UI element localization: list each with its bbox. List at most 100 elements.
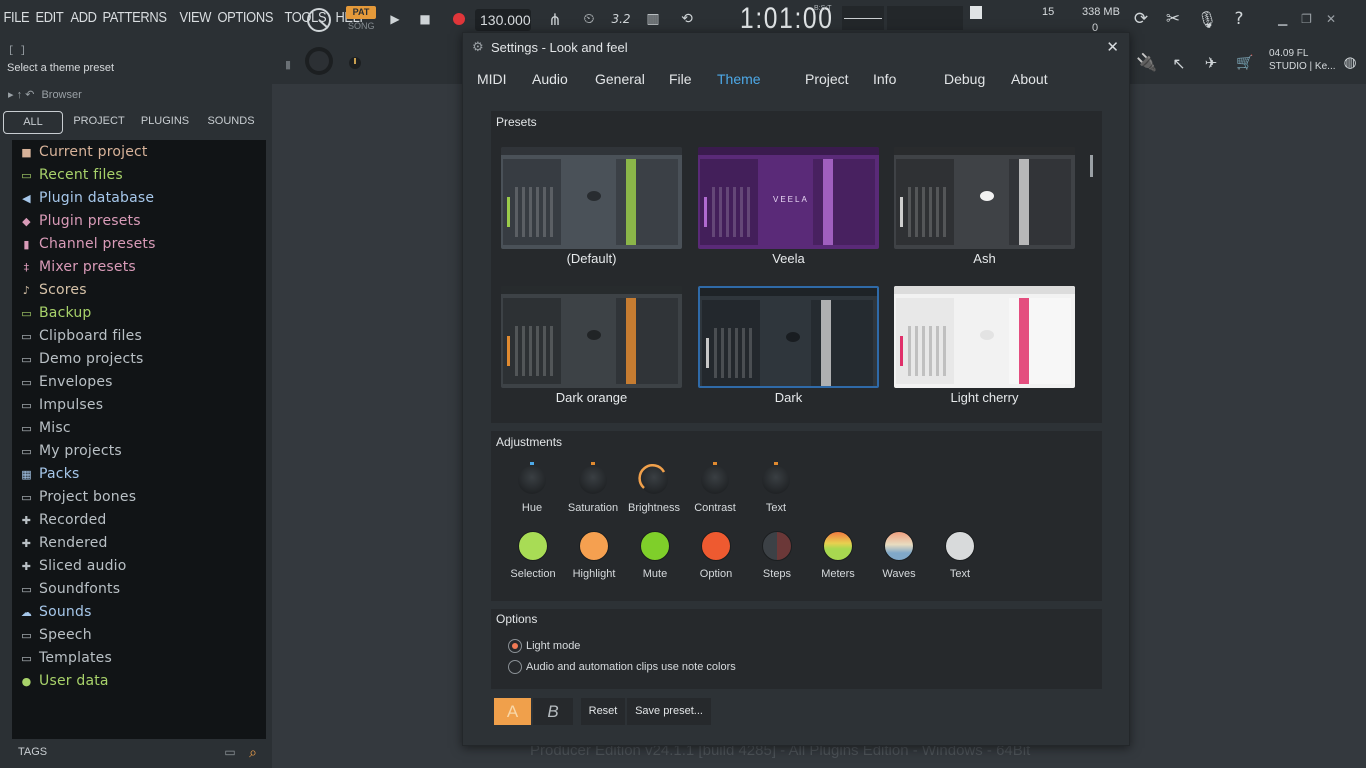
menu-add[interactable]: ADD [67, 9, 100, 26]
step-edit-icon[interactable]: 3.2 [608, 6, 634, 32]
presets-scrollbar[interactable] [1090, 155, 1093, 177]
browser-tab-project[interactable]: PROJECT [63, 111, 135, 134]
light-mode-radio[interactable] [508, 639, 522, 653]
browser-up-icon[interactable]: ↑ [17, 89, 23, 101]
globe-icon[interactable]: ◍ [1340, 52, 1360, 72]
swatch-highlight[interactable] [579, 531, 609, 561]
tab-info[interactable]: Info [873, 71, 896, 87]
close-icon[interactable]: ✕ [1106, 38, 1119, 56]
preset-dark[interactable] [698, 286, 879, 388]
knob-brightness[interactable] [638, 464, 668, 494]
tempo-display[interactable]: 130.000 [475, 9, 531, 31]
browser-item[interactable]: ▭ Demo projects [20, 351, 144, 367]
plugin-plug-icon[interactable]: 🔌 [1134, 50, 1160, 76]
browser-item[interactable]: ▭ Templates [20, 650, 112, 666]
menu-edit[interactable]: EDIT [32, 9, 67, 26]
main-volume-knob[interactable] [302, 44, 336, 78]
cut-tools-icon[interactable]: ✂ [1160, 6, 1186, 32]
browser-item[interactable]: ▭ Misc [20, 420, 71, 436]
browser-item[interactable]: ♪ Scores [20, 282, 87, 298]
main-pitch-knob[interactable] [346, 54, 364, 72]
browser-item[interactable]: ☁ Sounds [20, 604, 92, 620]
preset-default[interactable] [501, 147, 682, 249]
knob-text[interactable] [762, 462, 790, 494]
browser-item[interactable]: ▭ Soundfonts [20, 581, 120, 597]
pattern-mode-toggle[interactable]: PAT [346, 6, 376, 19]
browser-item[interactable]: ▮ Channel presets [20, 236, 156, 252]
swatch-steps[interactable] [762, 531, 792, 561]
master-volume-knob[interactable] [304, 5, 334, 35]
stop-button[interactable]: ■ [414, 8, 436, 30]
preset-veela[interactable]: VEELA [698, 147, 879, 249]
preset-ash[interactable] [894, 147, 1075, 249]
knob-saturation[interactable] [579, 462, 607, 494]
swatch-mute[interactable] [640, 531, 670, 561]
minimize-icon[interactable]: ▁ [1278, 12, 1287, 26]
tab-general[interactable]: General [595, 71, 645, 87]
browser-item[interactable]: ◆ Plugin presets [20, 213, 141, 229]
news-panel[interactable]: 04.09 FL STUDIO | Ke... [1269, 47, 1336, 73]
microphone-icon[interactable]: 🎙 [1194, 6, 1220, 32]
tab-about[interactable]: About [1011, 71, 1048, 87]
browser-item[interactable]: ▭ Impulses [20, 397, 103, 413]
tab-project[interactable]: Project [805, 71, 849, 87]
tab-midi[interactable]: MIDI [477, 71, 507, 87]
browser-tab-all[interactable]: ALL [3, 111, 63, 134]
menu-patterns[interactable]: PATTERNS [99, 9, 170, 26]
menu-options[interactable]: OPTIONS [214, 9, 277, 26]
song-mode-toggle[interactable]: SONG [348, 21, 375, 31]
browser-back-icon[interactable]: ↶ [25, 89, 34, 101]
browser-item[interactable]: ■ Current project [20, 144, 148, 160]
reset-button[interactable]: Reset [581, 698, 625, 725]
master-pitch-slider[interactable] [970, 6, 982, 19]
browser-item[interactable]: ▭ Speech [20, 627, 92, 643]
swatch-meters[interactable] [823, 531, 853, 561]
browser-item[interactable]: ▭ Clipboard files [20, 328, 142, 344]
tab-debug[interactable]: Debug [944, 71, 985, 87]
maximize-icon[interactable]: ❐ [1301, 12, 1312, 26]
theme-b-button[interactable]: B [533, 698, 573, 725]
browser-search-icon[interactable]: ⌕ [244, 744, 262, 762]
browser-item[interactable]: ▭ My projects [20, 443, 122, 459]
swatch-waves[interactable] [884, 531, 914, 561]
tab-theme[interactable]: Theme [717, 71, 761, 87]
browser-item[interactable]: ▭ Envelopes [20, 374, 113, 390]
browser-item[interactable]: ✚ Sliced audio [20, 558, 127, 574]
swatch-text[interactable] [945, 531, 975, 561]
close-window-icon[interactable]: ✕ [1326, 12, 1336, 26]
browser-options-icon[interactable]: ▸ [8, 89, 14, 101]
knob-contrast[interactable] [701, 462, 729, 494]
browser-item[interactable]: ✚ Recorded [20, 512, 107, 528]
pin-icon[interactable]: ▮ [280, 54, 296, 74]
tags-folder-icon[interactable]: ▭ [222, 744, 238, 760]
note-colors-label[interactable]: Audio and automation clips use note colo… [526, 661, 736, 673]
browser-item[interactable]: ‡ Mixer presets [20, 259, 136, 275]
loop-record-icon[interactable]: ⟲ [674, 6, 700, 32]
shop-cart-icon[interactable]: 🛒 [1232, 50, 1258, 76]
browser-tree[interactable]: ■ Current project ▭ Recent files ◀ Plugin dat… [12, 140, 266, 739]
browser-item[interactable]: ▭ Recent files [20, 167, 123, 183]
theme-a-button[interactable]: A [494, 698, 531, 725]
preset-dark-orange[interactable] [501, 286, 682, 388]
knob-hue[interactable] [518, 462, 546, 494]
tags-label[interactable]: TAGS [18, 746, 47, 758]
browser-item[interactable]: ▭ Project bones [20, 489, 136, 505]
browser-item[interactable]: ◀ Plugin database [20, 190, 154, 206]
menu-file[interactable]: FILE [0, 9, 33, 26]
plugin-picker-icon[interactable]: ✈ [1198, 50, 1224, 76]
tab-audio[interactable]: Audio [532, 71, 568, 87]
browser-item[interactable]: ▦ Packs [20, 466, 80, 482]
metronome-icon[interactable]: ⋔ [542, 6, 568, 32]
browser-tab-plugins[interactable]: PLUGINS [135, 111, 195, 134]
save-preset-button[interactable]: Save preset... [627, 698, 711, 725]
play-button[interactable]: ▶ [384, 8, 406, 30]
menu-view[interactable]: VIEW [176, 9, 214, 26]
swatch-selection[interactable] [518, 531, 548, 561]
help-icon[interactable]: ? [1226, 6, 1252, 32]
arrow-tool-icon[interactable]: ↖ [1166, 50, 1192, 76]
browser-item[interactable]: ▭ Backup [20, 305, 92, 321]
tab-file[interactable]: File [669, 71, 692, 87]
browser-item[interactable]: ✚ Rendered [20, 535, 108, 551]
browser-tab-sounds[interactable]: SOUNDS [195, 111, 267, 134]
typing-keyboard-icon[interactable]: ▥ [640, 6, 666, 32]
